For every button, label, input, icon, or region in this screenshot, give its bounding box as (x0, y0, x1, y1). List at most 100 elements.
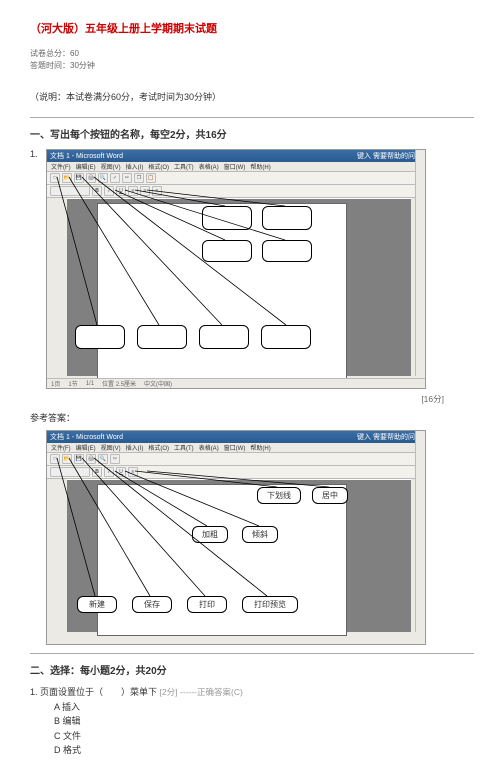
ans-italic: 倾斜 (242, 526, 278, 543)
q2-1-answer: ------正确答案(C) (180, 687, 243, 697)
blank-label-3 (202, 240, 252, 262)
font-select (50, 186, 90, 196)
cut-icon: ✂ (122, 173, 132, 183)
underline-icon: U (116, 186, 126, 196)
opt-B: B 编辑 (54, 714, 474, 728)
menu-tools: 工具(T) (174, 162, 194, 171)
word-title: 文档 1 - Microsoft Word (50, 151, 123, 161)
q1-number: 1. (30, 149, 40, 159)
ans-new: 新建 (77, 596, 117, 613)
underline-icon-2: U (116, 467, 126, 477)
q2-1-num: 1. (30, 687, 38, 697)
m2-window: 窗口(W) (224, 443, 246, 452)
m2-edit: 编辑(E) (76, 443, 96, 452)
status-pages: 1/1 (86, 381, 94, 387)
q2-1-stem: 1. 页面设置位于（ ）菜单下 [2分] ------正确答案(C) (30, 685, 474, 698)
m2-view: 视图(V) (101, 443, 121, 452)
time-limit: 答题时间：30分钟 (30, 60, 474, 72)
blank-label-1 (202, 206, 252, 230)
total-score: 试卷总分：60 (30, 48, 474, 60)
exam-meta: 试卷总分：60 答题时间：30分钟 (30, 48, 474, 72)
save-icon-2: 💾 (74, 454, 84, 464)
blank-label-6 (137, 325, 187, 349)
ans-print: 打印 (187, 596, 227, 613)
bold-icon: B (92, 186, 102, 196)
word-statusbar: 1页 1节 1/1 位置 2.5厘米 中文(中国) (47, 378, 425, 388)
align-right-icon: ≡ (152, 186, 162, 196)
q1-score: [16分] (30, 393, 474, 405)
word-page-2 (97, 484, 347, 636)
spell-icon: ✓ (110, 173, 120, 183)
word-screenshot-blank: 文档 1 - Microsoft Word 键入 需要帮助的问题 文件(F) 编… (46, 149, 426, 389)
preview-icon-2: 🔍 (98, 454, 108, 464)
word-help-hint-2: 键入 需要帮助的问题 (357, 432, 422, 442)
status-page: 1页 (51, 379, 60, 388)
opt-A: A 插入 (54, 700, 474, 714)
ans-bold: 加粗 (192, 526, 228, 543)
menu-file: 文件(F) (51, 162, 71, 171)
word-standard-toolbar: □ 📂 💾 🖨 🔍 ✓ ✂ ❐ 📋 (47, 172, 425, 185)
word-titlebar: 文档 1 - Microsoft Word 键入 需要帮助的问题 (47, 150, 425, 162)
word-taskpane-2 (415, 431, 425, 632)
menu-insert: 插入(I) (126, 162, 144, 171)
menu-window: 窗口(W) (224, 162, 246, 171)
italic-icon: I (104, 186, 114, 196)
ans-save: 保存 (132, 596, 172, 613)
q2-1-options: A 插入 B 编辑 C 文件 D 格式 (54, 700, 474, 758)
cut-icon-2: ✂ (110, 454, 120, 464)
blank-label-4 (262, 240, 312, 262)
m2-help: 帮助(H) (250, 443, 270, 452)
menu-view: 视图(V) (101, 162, 121, 171)
answer-title: 参考答案： (30, 411, 474, 424)
ans-preview: 打印预览 (242, 596, 298, 613)
blank-label-5 (75, 325, 125, 349)
m2-insert: 插入(I) (126, 443, 144, 452)
align-center-icon: ≡ (140, 186, 150, 196)
word-menubar-2: 文件(F) 编辑(E) 视图(V) 插入(I) 格式(O) 工具(T) 表格(A… (47, 443, 425, 453)
q2-1-text: 页面设置位于（ ）菜单下 (40, 687, 157, 697)
open-icon: 📂 (62, 173, 72, 183)
status-pos: 位置 2.5厘米 (102, 379, 136, 388)
exam-title: （河大版）五年级上册上学期期末试题 (30, 20, 474, 36)
word-title-2: 文档 1 - Microsoft Word (50, 432, 123, 442)
menu-help: 帮助(H) (250, 162, 270, 171)
opt-C: C 文件 (54, 729, 474, 743)
word-help-hint: 键入 需要帮助的问题 (357, 151, 422, 161)
status-lang: 中文(中国) (144, 379, 172, 388)
ans-center: 居中 (312, 487, 348, 504)
word-format-toolbar-2: B I U ≡ (47, 466, 425, 479)
new-icon: □ (50, 173, 60, 183)
blank-label-7 (199, 325, 249, 349)
word-doc-area-2 (67, 480, 411, 632)
section-1-title: 一、写出每个按钮的名称，每空2分，共16分 (30, 117, 474, 141)
word-screenshot-answer: 文档 1 - Microsoft Word 键入 需要帮助的问题 文件(F) 编… (46, 430, 426, 645)
blank-label-2 (262, 206, 312, 230)
bold-icon-2: B (92, 467, 102, 477)
m2-file: 文件(F) (51, 443, 71, 452)
italic-icon-2: I (104, 467, 114, 477)
word-titlebar-2: 文档 1 - Microsoft Word 键入 需要帮助的问题 (47, 431, 425, 443)
menu-table: 表格(A) (199, 162, 219, 171)
exam-note: （说明：本试卷满分60分，考试时间为30分钟） (30, 90, 474, 103)
opt-D: D 格式 (54, 743, 474, 757)
open-icon-2: 📂 (62, 454, 72, 464)
status-section: 1节 (68, 379, 77, 388)
m2-tools: 工具(T) (174, 443, 194, 452)
blank-label-8 (261, 325, 311, 349)
print-icon: 🖨 (86, 173, 96, 183)
menu-format: 格式(O) (148, 162, 169, 171)
ans-underline: 下划线 (257, 487, 301, 504)
q2-1-pts: [2分] (160, 687, 178, 697)
paste-icon: 📋 (146, 173, 156, 183)
section-2-title: 二、选择：每小题2分，共20分 (30, 653, 474, 677)
word-standard-toolbar-2: □ 📂 💾 🖨 🔍 ✂ (47, 453, 425, 466)
center-icon-2: ≡ (128, 467, 138, 477)
new-icon-2: □ (50, 454, 60, 464)
word-format-toolbar: B I U ≡ ≡ ≡ (47, 185, 425, 198)
m2-format: 格式(O) (148, 443, 169, 452)
word-menubar: 文件(F) 编辑(E) 视图(V) 插入(I) 格式(O) 工具(T) 表格(A… (47, 162, 425, 172)
copy-icon: ❐ (134, 173, 144, 183)
word-taskpane (415, 150, 425, 376)
font-select-2 (50, 467, 90, 477)
print-icon-2: 🖨 (86, 454, 96, 464)
